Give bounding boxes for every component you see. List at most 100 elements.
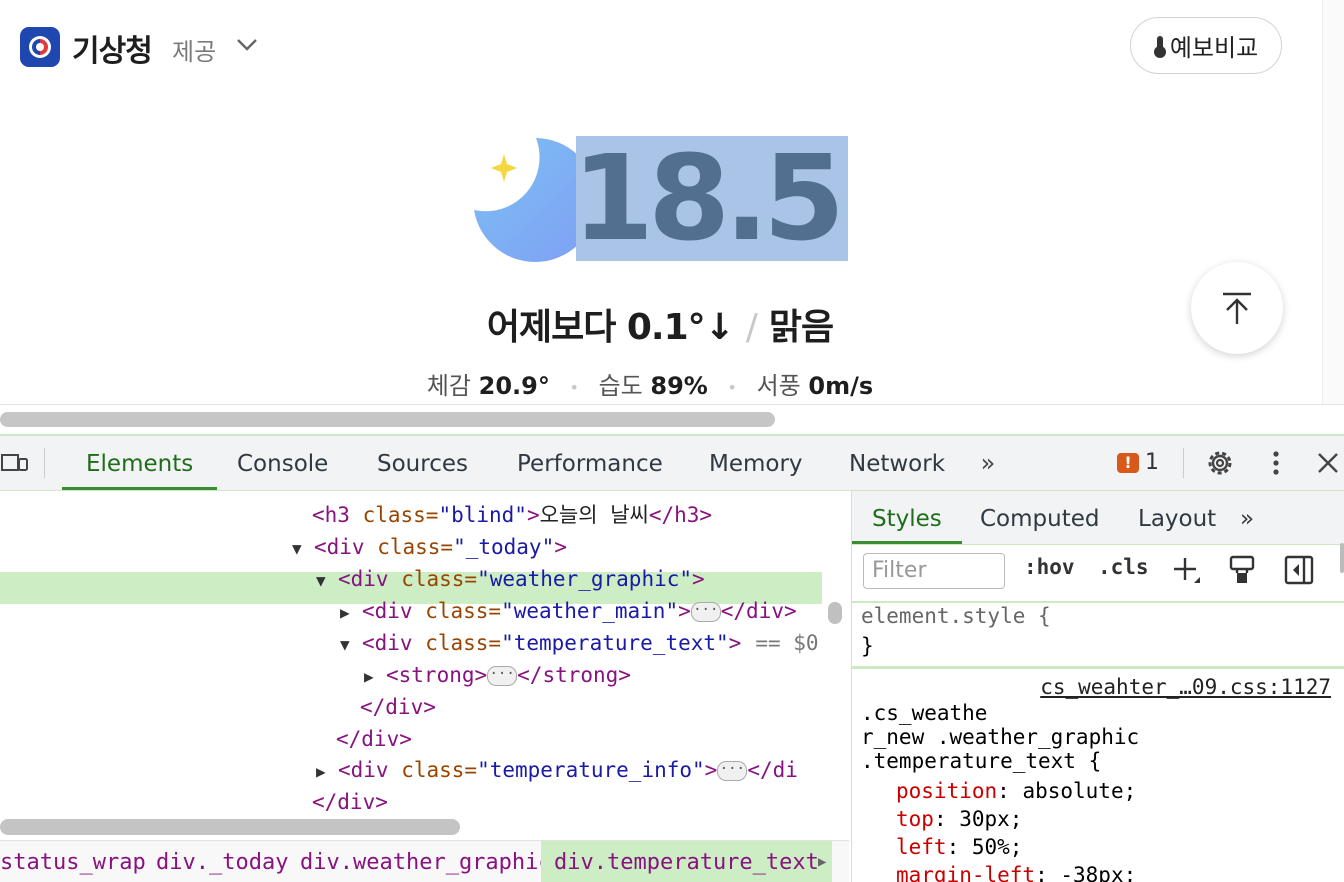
compare-label: 예보비교 xyxy=(1169,34,1259,62)
dom-node-close-weather-graphic[interactable]: </div> xyxy=(336,723,412,755)
breadcrumb: status_wrap div._today div.weather_graph… xyxy=(0,840,849,882)
feels-label: 체감 xyxy=(426,372,472,400)
page-horizontal-scrollbar[interactable] xyxy=(0,412,775,427)
forecast-compare-button[interactable]: 예보비교 xyxy=(1130,17,1282,74)
expand-triangle-icon[interactable]: ▼ xyxy=(340,629,362,661)
weather-details: 체감 20.9° • 습도 89% • 서풍 0m/s xyxy=(0,366,1300,401)
feels-value: 20.9° xyxy=(478,372,550,400)
tab-console[interactable]: Console xyxy=(237,436,328,490)
ellipsis-badge[interactable]: ··· xyxy=(487,666,518,686)
element-style-close: } xyxy=(861,634,874,658)
breadcrumb-item[interactable]: status_wrap xyxy=(0,841,146,882)
provider-suffix: 제공 xyxy=(172,38,217,66)
kma-logo xyxy=(20,27,60,67)
separator-dot: • xyxy=(727,377,737,397)
tab-computed[interactable]: Computed xyxy=(980,491,1099,544)
tab-layout[interactable]: Layout xyxy=(1138,491,1216,544)
rule-selector-line-2[interactable]: r_new .weather_graphic xyxy=(861,724,1139,750)
tab-network[interactable]: Network xyxy=(849,436,945,490)
temperature-highlight: 18.5° xyxy=(576,136,848,261)
more-panels-icon[interactable]: » xyxy=(1240,491,1254,544)
rule-selector-line-1[interactable]: .cs_weathe xyxy=(861,700,987,726)
issue-warning-icon: ! xyxy=(1117,452,1139,473)
tab-sources[interactable]: Sources xyxy=(377,436,468,490)
collapse-triangle-icon[interactable]: ▶ xyxy=(340,597,362,629)
breadcrumb-scroll-right-icon[interactable]: ▶ xyxy=(818,841,826,882)
selected-marker: == $0 xyxy=(755,631,819,655)
humidity-label: 습도 xyxy=(598,372,643,400)
ellipsis-badge[interactable]: ··· xyxy=(690,602,721,622)
toggle-sidebar-icon[interactable] xyxy=(1282,553,1316,587)
wind-value: 0m/s xyxy=(808,372,874,400)
css-property[interactable]: position: absolute; xyxy=(896,778,1136,804)
dom-node-weather-graphic[interactable]: ▼ <div class="weather_graphic"> xyxy=(316,563,705,595)
chevron-down-icon[interactable] xyxy=(235,32,259,56)
thermometer-icon xyxy=(1153,34,1166,58)
settings-gear-icon[interactable] xyxy=(1203,448,1237,478)
new-rule-plus-icon[interactable] xyxy=(1170,553,1204,587)
dom-horizontal-scrollbar[interactable] xyxy=(0,819,460,835)
tab-performance[interactable]: Performance xyxy=(517,436,663,490)
scroll-to-top-button[interactable] xyxy=(1191,262,1283,354)
weather-page: 기상청 제공 예보비교 18.5° 어제보다 0.1°↓/맑음 체감 20.9°… xyxy=(0,0,1344,430)
breadcrumb-item-active[interactable]: div.temperature_text xyxy=(541,841,832,882)
dom-node-close-temperature-text[interactable]: </div> xyxy=(360,691,436,723)
hover-state-toggle[interactable]: :hov xyxy=(1024,555,1075,579)
issues-counter[interactable]: ! 1 xyxy=(1117,450,1159,475)
dom-node-h3[interactable]: <h3 class="blind">오늘의 날씨</h3> xyxy=(312,499,712,531)
yesterday-compare: 어제보다 0.1°↓ xyxy=(486,307,735,348)
tab-elements[interactable]: Elements xyxy=(62,436,218,490)
weather-condition: 맑음 xyxy=(768,307,834,348)
paint-brush-icon[interactable] xyxy=(1225,553,1259,587)
styles-filter-input[interactable]: Filter xyxy=(863,553,1005,589)
more-tabs-icon[interactable]: » xyxy=(972,448,1004,478)
expand-triangle-icon[interactable]: ▼ xyxy=(292,533,314,565)
tabbar-separator xyxy=(44,448,45,478)
tab-memory[interactable]: Memory xyxy=(709,436,803,490)
current-temperature: 18.5° xyxy=(576,136,848,261)
tab-styles[interactable]: Styles xyxy=(852,491,962,544)
weather-summary: 어제보다 0.1°↓ / 맑음 xyxy=(0,298,1320,350)
close-icon[interactable] xyxy=(1314,448,1342,478)
separator-dot: • xyxy=(569,377,579,397)
page-divider xyxy=(0,404,1344,405)
kebab-menu-icon[interactable] xyxy=(1264,448,1288,478)
tabbar-separator xyxy=(1183,448,1184,478)
element-style-selector[interactable]: element.style { xyxy=(861,603,1051,629)
dom-tree[interactable]: <h3 class="blind">오늘의 날씨</h3> ▼ <div clas… xyxy=(0,491,849,882)
styles-divider xyxy=(852,666,1344,669)
stylesheet-source-link[interactable]: cs_weahter_…09.css:1127 xyxy=(1040,675,1331,699)
summary-separator: / xyxy=(745,307,758,348)
dom-node-today[interactable]: ▼ <div class="_today"> xyxy=(292,531,567,563)
devtools-panel: Elements Console Sources Performance Mem… xyxy=(0,434,1344,882)
dom-node-close-today[interactable]: </div> xyxy=(312,786,388,818)
devtools-tabbar: Elements Console Sources Performance Mem… xyxy=(0,436,1344,491)
breadcrumb-item[interactable]: div._today xyxy=(156,841,288,882)
page-vertical-scrollbar[interactable] xyxy=(1322,0,1344,405)
dom-vertical-scrollbar[interactable] xyxy=(828,602,842,624)
wind-label: 서풍 xyxy=(756,372,801,400)
css-property[interactable]: left: 50%; xyxy=(896,834,1022,860)
collapse-triangle-icon[interactable]: ▶ xyxy=(364,661,386,693)
dom-scroll-gutter xyxy=(822,491,849,821)
rule-selector-line-3[interactable]: .temperature_text { xyxy=(861,748,1101,774)
dom-node-temperature-info[interactable]: ▶ <div class="temperature_info"> ··· </di xyxy=(316,754,798,786)
arrow-up-icon xyxy=(1223,292,1251,324)
expand-triangle-icon[interactable]: ▼ xyxy=(316,565,338,597)
dom-node-temperature-text[interactable]: ▼ <div class="temperature_text"> == $0 xyxy=(340,627,819,659)
css-property[interactable]: top: 30px; xyxy=(896,806,1022,832)
issue-count: 1 xyxy=(1145,450,1159,475)
css-property[interactable]: margin-left: -38px; xyxy=(896,862,1136,882)
dom-node-weather-main[interactable]: ▶ <div class="weather_main"> ··· </div> xyxy=(340,595,797,627)
styles-pane: Styles Computed Layout » Filter :hov .cl… xyxy=(851,491,1344,882)
device-toggle-icon[interactable] xyxy=(0,448,30,478)
ellipsis-badge[interactable]: ··· xyxy=(717,761,748,781)
dom-node-strong[interactable]: ▶ <strong> ··· </strong> xyxy=(364,659,631,691)
breadcrumb-item[interactable]: div.weather_graphic xyxy=(300,841,552,882)
provider-name: 기상청 xyxy=(72,34,153,69)
humidity-value: 89% xyxy=(650,372,708,400)
class-toggle[interactable]: .cls xyxy=(1098,555,1149,579)
styles-scrollbar[interactable] xyxy=(1340,543,1344,573)
collapse-triangle-icon[interactable]: ▶ xyxy=(316,756,338,788)
styles-tabbar: Styles Computed Layout » xyxy=(852,491,1344,545)
